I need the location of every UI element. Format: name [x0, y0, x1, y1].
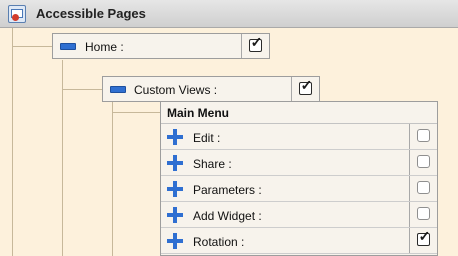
main-menu-group: Main Menu Edit : Share : Parameters : Ad… [160, 101, 438, 256]
menu-item-edit[interactable]: Edit : [161, 124, 437, 150]
checkmark-icon: ✓ [300, 77, 313, 93]
share-checkbox[interactable] [417, 155, 430, 168]
blue-bar-icon [110, 86, 126, 93]
custom-views-label: Custom Views : [134, 83, 218, 97]
menu-item-label: Edit : [193, 131, 221, 145]
main-menu-header: Main Menu [161, 102, 437, 124]
custom-views-checkbox[interactable]: ✓ [299, 78, 312, 95]
checkmark-icon: ✓ [250, 34, 263, 50]
menu-item-parameters[interactable]: Parameters : [161, 176, 437, 202]
plus-icon[interactable] [167, 207, 183, 223]
tree-node-custom-views[interactable]: Custom Views : ✓ [102, 76, 320, 102]
tree-guide-line [12, 28, 13, 256]
tree-guide-line [112, 101, 113, 256]
window-app-icon [8, 5, 26, 23]
edit-checkbox[interactable] [417, 129, 430, 142]
page-title: Accessible Pages [36, 6, 146, 21]
tree-guide-line [62, 89, 102, 90]
tree-node-home[interactable]: Home : ✓ [52, 33, 270, 59]
plus-icon[interactable] [167, 233, 183, 249]
plus-icon[interactable] [167, 129, 183, 145]
rotation-checkbox[interactable]: ✓ [417, 229, 430, 246]
plus-icon[interactable] [167, 155, 183, 171]
menu-item-label: Share : [193, 157, 232, 171]
menu-item-share[interactable]: Share : [161, 150, 437, 176]
add-widget-checkbox[interactable] [417, 207, 430, 220]
menu-item-rotation[interactable]: Rotation : ✓ [161, 228, 437, 254]
main-menu-title: Main Menu [167, 106, 229, 120]
checkmark-icon: ✓ [418, 228, 431, 244]
menu-item-label: Add Widget : [193, 209, 262, 223]
plus-icon[interactable] [167, 181, 183, 197]
title-bar: Accessible Pages [0, 0, 458, 28]
home-checkbox[interactable]: ✓ [249, 35, 262, 52]
blue-bar-icon [60, 43, 76, 50]
tree-guide-line [112, 112, 160, 113]
parameters-checkbox[interactable] [417, 181, 430, 194]
menu-item-label: Rotation : [193, 235, 245, 249]
menu-item-label: Parameters : [193, 183, 262, 197]
home-label: Home : [85, 40, 124, 54]
tree-guide-line [12, 46, 52, 47]
menu-item-add-widget[interactable]: Add Widget : [161, 202, 437, 228]
